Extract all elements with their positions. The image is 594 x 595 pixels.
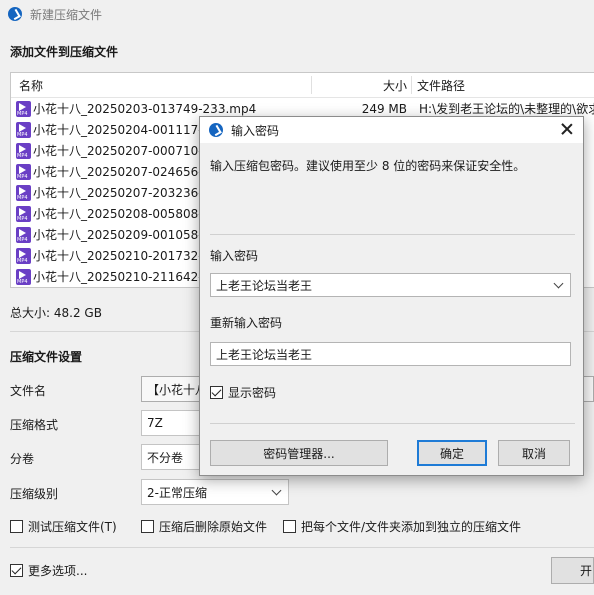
column-divider[interactable]	[311, 76, 312, 94]
files-section-heading: 添加文件到压缩文件	[10, 45, 119, 59]
column-header-path[interactable]: 文件路径	[417, 77, 465, 94]
dialog-title-bar: 输入密码	[200, 117, 583, 143]
separate-archives-checkbox[interactable]: 把每个文件/文件夹添加到独立的压缩文件	[283, 518, 521, 535]
list-header: 名称 大小 文件路径	[11, 73, 594, 98]
file-path: H:\发到老王论坛的\未整理的\欲求	[419, 102, 594, 116]
mp4-file-icon	[16, 226, 31, 243]
level-select[interactable]: 2-正常压缩	[141, 479, 289, 505]
window-title: 新建压缩文件	[30, 7, 103, 22]
show-password-label: 显示密码	[228, 386, 277, 400]
mp4-file-icon	[16, 268, 31, 285]
format-label: 压缩格式	[10, 418, 59, 432]
mp4-file-icon	[16, 100, 31, 117]
checkbox-box	[10, 520, 23, 533]
checkbox-box	[283, 520, 296, 533]
settings-heading: 压缩文件设置	[10, 350, 83, 364]
split-value: 不分卷	[147, 450, 184, 465]
close-icon[interactable]	[559, 121, 575, 137]
file-name: 小花十八_20250207-000710-4	[33, 144, 211, 158]
ok-button[interactable]: 确定	[417, 440, 487, 466]
file-size: 249 MB	[361, 101, 407, 116]
app-logo-icon	[8, 7, 22, 21]
file-name: 小花十八_20250210-211642-7	[33, 270, 211, 284]
password-label: 输入密码	[210, 249, 259, 263]
mp4-file-icon	[16, 205, 31, 222]
show-password-checkbox[interactable]: 显示密码	[210, 384, 276, 401]
test-archive-label: 测试压缩文件(T)	[28, 520, 117, 534]
split-label: 分卷	[10, 452, 35, 466]
confirm-password-label: 重新输入密码	[210, 316, 283, 330]
checkbox-checked	[210, 386, 223, 399]
password-manager-button[interactable]: 密码管理器...	[210, 440, 388, 466]
mp4-file-icon	[16, 247, 31, 264]
cancel-button[interactable]: 取消	[498, 440, 570, 466]
password-dialog: 输入密码 输入压缩包密码。建议使用至少 8 位的密码来保证安全性。 输入密码 上…	[199, 116, 584, 476]
filename-label: 文件名	[10, 384, 47, 398]
password-value: 上老王论坛当老王	[216, 278, 313, 293]
file-name: 小花十八_20250207-024656-0	[33, 165, 211, 179]
file-name: 小花十八_20250208-005808-6	[33, 207, 211, 221]
divider	[210, 234, 575, 235]
file-name: 小花十八_20250203-013749-233.mp4	[33, 102, 257, 116]
column-header-name[interactable]: 名称	[19, 77, 43, 94]
checkbox-box	[141, 520, 154, 533]
file-name: 小花十八_20250207-203236-7	[33, 186, 211, 200]
checkbox-checked	[10, 564, 23, 577]
mp4-file-icon	[16, 121, 31, 138]
confirm-password-input[interactable]: 上老王论坛当老王	[210, 342, 571, 366]
dialog-description: 输入压缩包密码。建议使用至少 8 位的密码来保证安全性。	[210, 159, 526, 173]
file-name: 小花十八_20250210-201732-0	[33, 249, 211, 263]
chevron-down-icon[interactable]	[553, 278, 564, 289]
app-logo-icon	[209, 123, 223, 137]
column-divider[interactable]	[411, 76, 412, 94]
more-options-label: 更多选项...	[28, 564, 88, 578]
divider	[10, 547, 594, 548]
test-archive-checkbox[interactable]: 测试压缩文件(T)	[10, 518, 117, 535]
file-name: 小花十八_20250204-001117-9	[33, 123, 211, 137]
title-bar: 新建压缩文件	[0, 0, 594, 28]
chevron-down-icon	[271, 485, 282, 496]
dialog-title: 输入密码	[231, 123, 280, 138]
file-name: 小花十八_20250209-001058-6	[33, 228, 211, 242]
separate-archives-label: 把每个文件/文件夹添加到独立的压缩文件	[301, 520, 522, 534]
delete-source-label: 压缩后删除原始文件	[159, 520, 268, 534]
mp4-file-icon	[16, 142, 31, 159]
divider	[210, 423, 575, 424]
password-input[interactable]: 上老王论坛当老王	[210, 273, 571, 297]
more-options-checkbox[interactable]: 更多选项...	[10, 562, 87, 579]
total-size: 总大小: 48.2 GB	[10, 306, 102, 320]
level-value: 2-正常压缩	[147, 485, 207, 500]
start-button[interactable]: 开	[551, 557, 594, 584]
mp4-file-icon	[16, 184, 31, 201]
format-value: 7Z	[147, 416, 163, 430]
mp4-file-icon	[16, 163, 31, 180]
delete-source-checkbox[interactable]: 压缩后删除原始文件	[141, 518, 267, 535]
column-header-size[interactable]: 大小	[373, 77, 407, 94]
level-label: 压缩级别	[10, 487, 59, 501]
